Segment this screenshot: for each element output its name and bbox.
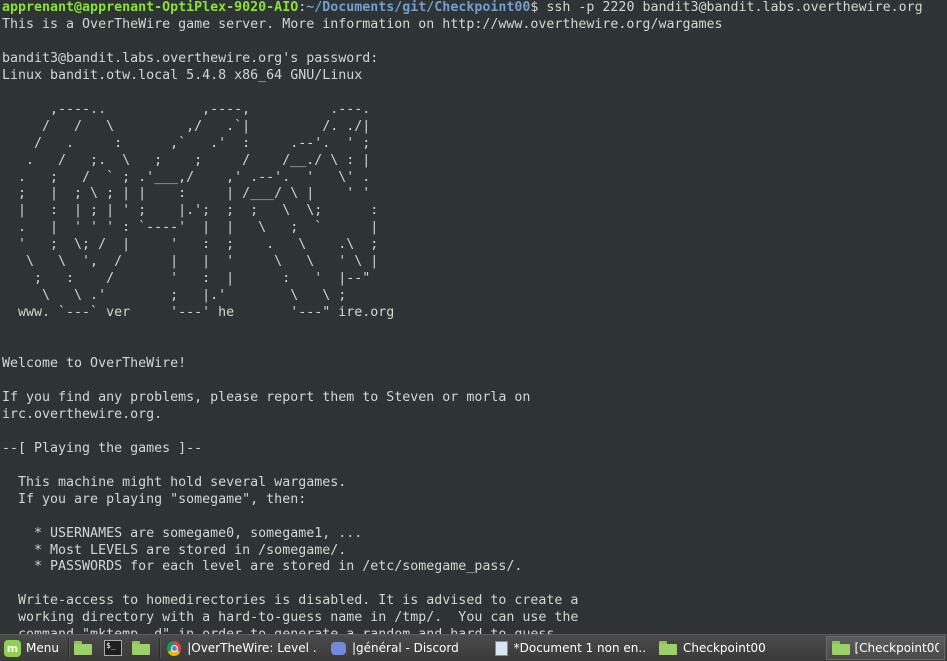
folder-icon: [832, 641, 850, 655]
prompt-command: $ ssh -p 2220 bandit3@bandit.labs.overth…: [530, 0, 923, 15]
terminal-output: This is a OverTheWire game server. More …: [2, 16, 723, 634]
terminal-window[interactable]: apprenant@apprenant-OptiPlex-9020-AIO:~/…: [0, 0, 947, 634]
task-discord[interactable]: |général - Discord: [326, 636, 486, 660]
chrome-icon: [167, 640, 182, 656]
task-label: [Checkpoint00]: [854, 641, 940, 655]
menu-button[interactable]: m Menu: [4, 636, 66, 660]
document-icon: [495, 640, 508, 656]
discord-icon: [331, 641, 346, 655]
task-folder-checkpoint[interactable]: Checkpoint00: [654, 636, 822, 660]
prompt-path: ~/Documents/git/Checkpoint00: [306, 0, 531, 15]
task-terminal-checkpoint[interactable]: [Checkpoint00]: [826, 636, 945, 660]
show-desktop-icon: [74, 641, 92, 655]
launcher-terminal[interactable]: $_: [104, 636, 126, 660]
launcher-files[interactable]: [132, 636, 154, 660]
folder-icon: [132, 641, 150, 655]
menu-label: Menu: [26, 641, 59, 655]
terminal-icon: $_: [104, 640, 122, 656]
taskbar: m Menu $_ |OverTheWire: Level ... |génér…: [0, 634, 947, 661]
task-label: |général - Discord: [352, 641, 459, 655]
terminal-content[interactable]: apprenant@apprenant-OptiPlex-9020-AIO:~/…: [0, 0, 947, 634]
linux-mint-logo-icon: m: [4, 639, 21, 657]
task-label: Checkpoint00: [683, 641, 766, 655]
task-document[interactable]: *Document 1 non en...: [490, 636, 650, 660]
prompt-user-host: apprenant@apprenant-OptiPlex-9020-AIO: [2, 0, 299, 15]
task-label: |OverTheWire: Level ...: [187, 641, 317, 655]
task-chrome-overthewire[interactable]: |OverTheWire: Level ...: [162, 636, 322, 660]
folder-icon: [659, 641, 677, 655]
task-label: *Document 1 non en...: [513, 641, 645, 655]
launcher-show-desktop[interactable]: [74, 636, 96, 660]
